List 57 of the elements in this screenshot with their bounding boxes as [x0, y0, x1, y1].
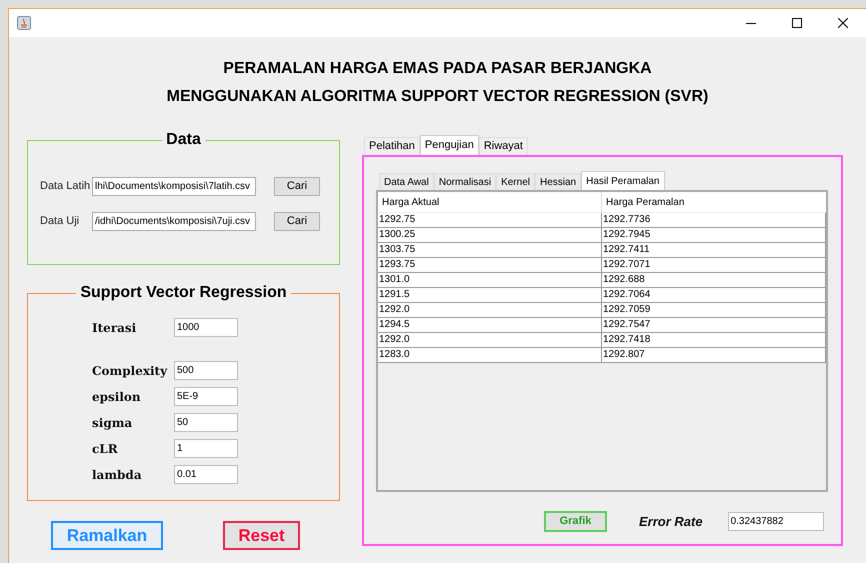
table-cell: 1301.0	[378, 273, 602, 287]
table-cell: 1292.7945	[602, 228, 826, 242]
column-header: Harga Peramalan	[605, 196, 686, 210]
param-field[interactable]: 1	[174, 439, 238, 458]
table-cell: 1292.7547	[602, 318, 826, 332]
param-field[interactable]: 50	[174, 413, 238, 432]
table-cell: 1292.688	[602, 273, 826, 287]
param-label: Iterasi	[92, 320, 138, 336]
table-cell: 1292.75	[378, 213, 602, 227]
error-rate-label: Error Rate	[639, 512, 703, 531]
table-cell: 1291.5	[378, 288, 602, 302]
field-label: Data Latih	[40, 179, 92, 194]
panel-title: Support Vector Regression	[76, 283, 291, 303]
sub-tab[interactable]: Data Awal	[379, 173, 434, 190]
param-field[interactable]: 1000	[174, 318, 238, 337]
table-cell: 1292.807	[602, 348, 826, 362]
table-cell: 1292.7064	[602, 288, 826, 302]
table-cell: 1292.7418	[602, 333, 826, 347]
table-cell: 1292.0	[378, 303, 602, 317]
sub-tab[interactable]: Hessian	[534, 173, 582, 190]
sub-tab[interactable]: Hasil Peramalan	[581, 171, 664, 190]
table-cell: 1300.25	[378, 228, 602, 242]
param-label: Complexity	[92, 362, 168, 380]
tab[interactable]: Riwayat	[478, 137, 528, 155]
param-label: cLR	[92, 440, 119, 458]
column-header: Harga Aktual	[378, 192, 602, 212]
table-cell: 1294.5	[378, 318, 602, 332]
browse-button[interactable]: Cari	[274, 177, 320, 196]
table-cell: 1283.0	[378, 348, 602, 362]
param-label: lambda	[92, 466, 143, 484]
table-cell: 1292.7071	[602, 258, 826, 272]
param-label: sigma	[92, 414, 134, 432]
app-title: MENGGUNAKAN ALGORITMA SUPPORT VECTOR REGRESSION (SVR)	[166, 87, 708, 107]
table-cell: 1292.7059	[602, 303, 826, 317]
param-field[interactable]: 0.01	[174, 465, 238, 484]
file-path-field[interactable]: lhi\Documents\komposisi\7latih.csv	[92, 177, 256, 196]
sub-tab[interactable]: Normalisasi	[434, 173, 496, 190]
error-rate-field[interactable]: 0.32437882	[728, 512, 824, 531]
field-label: Data Uji	[40, 214, 80, 230]
close-icon	[838, 18, 848, 28]
sub-tab[interactable]: Kernel	[496, 173, 535, 190]
param-field[interactable]: 5E-9	[174, 387, 238, 406]
app-title: PERAMALAN HARGA EMAS PADA PASAR BERJANGKA	[223, 59, 652, 79]
table-cell: 1292.7411	[602, 243, 826, 257]
maximize-icon	[792, 18, 802, 28]
app-icon	[17, 16, 31, 30]
tab[interactable]: Pelatihan	[364, 137, 420, 155]
tab[interactable]: Pengujian	[420, 135, 479, 155]
minimize-icon	[746, 22, 756, 24]
param-field[interactable]: 500	[174, 361, 238, 380]
table-cell: 1293.75	[378, 258, 602, 272]
table-cell: 1303.75	[378, 243, 602, 257]
file-path-field[interactable]: /idhi\Documents\komposisi\7uji.csv	[92, 212, 256, 231]
table-cell: 1292.0	[378, 333, 602, 347]
browse-button[interactable]: Cari	[274, 212, 320, 231]
table-cell: 1292.7736	[602, 213, 826, 227]
param-label: epsilon	[92, 388, 142, 406]
